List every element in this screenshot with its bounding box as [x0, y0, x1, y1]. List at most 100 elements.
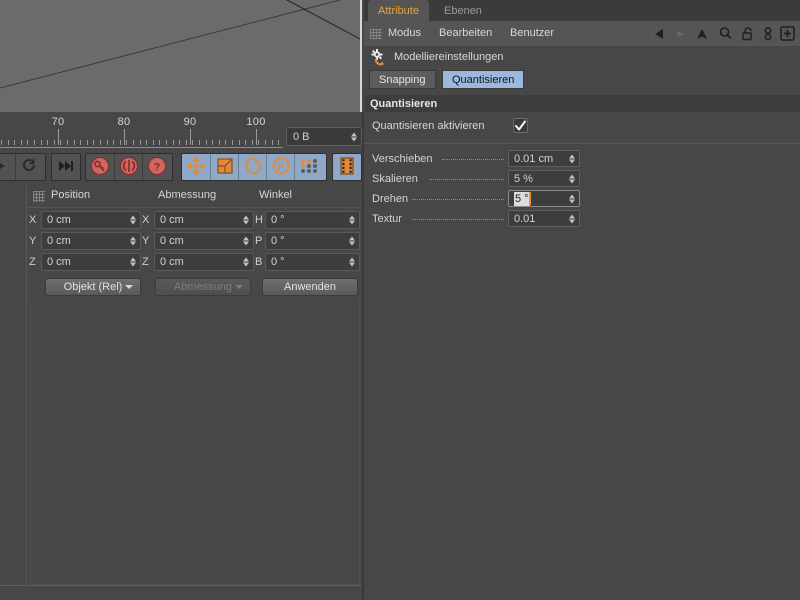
add-tab-icon[interactable]	[777, 24, 797, 43]
property-label: Drehen	[372, 193, 409, 205]
autokey-icon	[119, 156, 139, 179]
navigate-back-icon[interactable]	[650, 24, 670, 43]
coord-field-x-1[interactable]: 0 cm	[154, 211, 254, 229]
property-field-skalieren[interactable]: 5 %	[508, 170, 580, 187]
coord-stepper[interactable]	[243, 257, 249, 267]
frame-stepper[interactable]	[351, 132, 357, 141]
dot-grid-icon	[298, 156, 320, 179]
render-group[interactable]	[332, 153, 362, 181]
move-axis-button[interactable]	[182, 154, 210, 180]
subtab-snapping[interactable]: Snapping	[369, 70, 436, 89]
enable-quantize-checkbox[interactable]	[513, 118, 528, 133]
ruler-tick-minor	[265, 140, 266, 145]
coord-stepper[interactable]	[130, 257, 136, 267]
apply-button[interactable]: Anwenden	[262, 278, 358, 296]
coord-field-h-2[interactable]: 0 °	[265, 211, 360, 229]
scale-axis-button[interactable]	[210, 154, 238, 180]
coord-stepper[interactable]	[243, 236, 249, 246]
keyframe-group[interactable]: ?	[85, 153, 173, 181]
navigate-up-icon[interactable]	[692, 24, 712, 43]
search-icon[interactable]	[716, 24, 736, 43]
viewport-edge-highlight	[360, 0, 362, 112]
ruler-tick-minor	[27, 140, 28, 145]
ruler-tick-minor	[272, 140, 273, 145]
rotate-axis-button[interactable]	[238, 154, 266, 180]
property-stepper[interactable]	[569, 174, 575, 183]
attribute-tabbar: Attribute Ebenen	[364, 0, 800, 21]
panel-grip-icon[interactable]	[33, 191, 45, 202]
perspective-viewport[interactable]	[0, 0, 362, 112]
ruler-tick-minor	[245, 140, 246, 145]
playback-group[interactable]	[0, 153, 46, 181]
ruler-tick-minor	[41, 140, 42, 145]
property-field-drehen[interactable]: 5 °	[508, 190, 580, 207]
subtab-quantisieren[interactable]: Quantisieren	[442, 70, 525, 89]
coord-stepper[interactable]	[349, 236, 355, 246]
apply-label: Anwenden	[284, 281, 336, 293]
timeline-ruler[interactable]: 70 80 90 100	[0, 116, 283, 148]
label-dot-leader	[412, 199, 504, 200]
record-loop-button[interactable]	[15, 154, 43, 180]
ruler-tick-minor	[179, 140, 180, 145]
autokey-button[interactable]	[114, 154, 142, 180]
link-icon[interactable]	[758, 24, 778, 43]
menu-bearbeiten[interactable]: Bearbeiten	[439, 27, 492, 39]
play-forward-button[interactable]	[0, 154, 15, 180]
enable-quantize-row: Quantisieren aktivieren	[372, 118, 792, 136]
keyframe-help-button[interactable]: ?	[142, 154, 170, 180]
property-stepper[interactable]	[569, 154, 575, 163]
coord-system-label: Objekt (Rel)	[63, 281, 123, 293]
record-key-button[interactable]	[86, 154, 114, 180]
ruler-tick-minor	[166, 140, 167, 145]
ruler-tick-minor	[47, 140, 48, 145]
ruler-tick-minor	[120, 140, 121, 145]
size-mode-label: Abmessung	[173, 281, 233, 293]
render-view-button[interactable]	[333, 154, 361, 180]
coord-field-y-1[interactable]: 0 cm	[154, 232, 254, 250]
property-field-verschieben[interactable]: 0.01 cm	[508, 150, 580, 167]
menu-modus[interactable]: Modus	[388, 27, 421, 39]
tab-ebenen[interactable]: Ebenen	[434, 0, 492, 21]
attribute-subtabs: Snapping Quantisieren	[364, 70, 800, 92]
subtab-snapping-label: Snapping	[379, 73, 426, 86]
axis-lock-group[interactable]: P	[181, 153, 327, 181]
subtab-quantisieren-label: Quantisieren	[452, 73, 515, 86]
go-to-end-button[interactable]	[52, 154, 80, 180]
coord-value: 0 cm	[160, 214, 184, 226]
point-mode-button[interactable]	[294, 154, 322, 180]
coord-field-z-1[interactable]: 0 cm	[154, 253, 254, 271]
parent-coord-button[interactable]: P	[266, 154, 294, 180]
coord-field-x-0[interactable]: 0 cm	[41, 211, 141, 229]
coord-system-button[interactable]: Objekt (Rel)	[45, 278, 141, 296]
coord-stepper[interactable]	[243, 215, 249, 225]
menubar-grip-icon[interactable]	[370, 29, 382, 39]
tab-attribute-label: Attribute	[378, 4, 419, 17]
coord-stepper[interactable]	[130, 236, 136, 246]
property-field-textur[interactable]: 0.01	[508, 210, 580, 227]
coordinate-row: Z0 cm Z 0 cm B 0 °	[27, 253, 364, 273]
coord-field-b-2[interactable]: 0 °	[265, 253, 360, 271]
current-frame-field[interactable]: 0 B	[286, 127, 362, 146]
tab-attribute[interactable]: Attribute	[368, 0, 429, 21]
goto-end-group[interactable]	[51, 153, 81, 181]
attribute-body: Quantisieren aktivieren Verschieben 0.01 …	[364, 112, 800, 600]
unlock-icon[interactable]	[738, 24, 758, 43]
coord-value: 0 cm	[160, 235, 184, 247]
menu-benutzer[interactable]: Benutzer	[510, 27, 554, 39]
coord-stepper[interactable]	[349, 257, 355, 267]
coord-stepper[interactable]	[130, 215, 136, 225]
axis-label-z: Z	[142, 256, 149, 268]
property-stepper[interactable]	[569, 214, 575, 223]
ruler-tick-minor	[80, 140, 81, 145]
key-icon	[90, 156, 110, 179]
animation-toolbar[interactable]: ? P	[0, 150, 364, 186]
coord-value: 0 cm	[47, 256, 71, 268]
coord-value: 0 °	[271, 256, 285, 268]
property-label: Verschieben	[372, 153, 433, 165]
coord-field-p-2[interactable]: 0 °	[265, 232, 360, 250]
coord-field-z-0[interactable]: 0 cm	[41, 253, 141, 271]
coord-field-y-0[interactable]: 0 cm	[41, 232, 141, 250]
property-stepper[interactable]	[569, 194, 575, 203]
coord-stepper[interactable]	[349, 215, 355, 225]
rotate-circle-icon	[243, 156, 263, 179]
